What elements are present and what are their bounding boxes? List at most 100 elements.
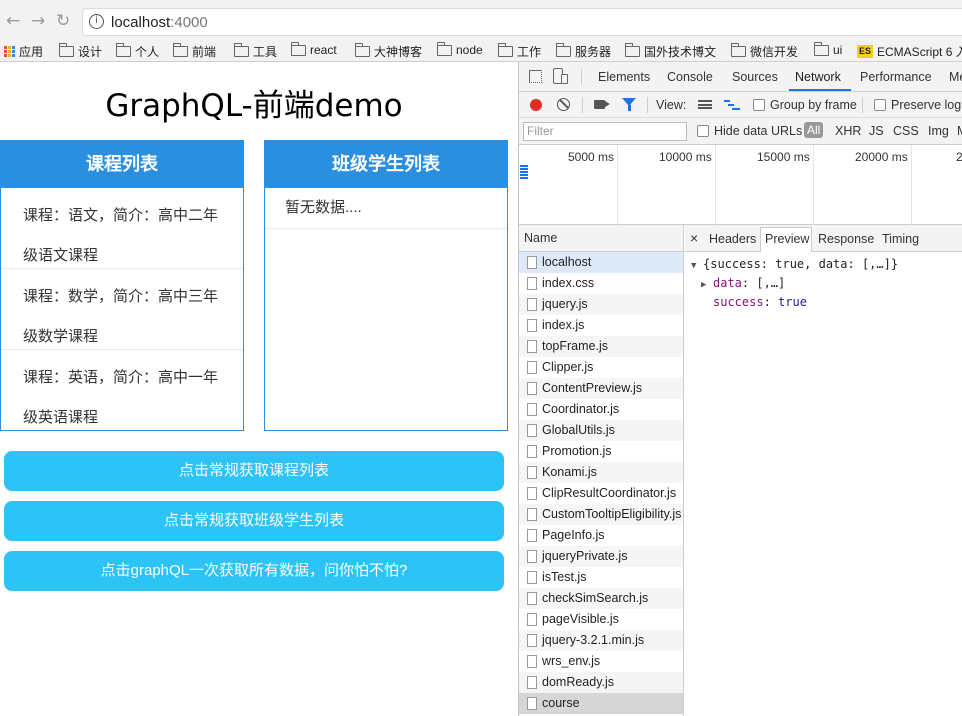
bookmark-apps[interactable]: 应用 xyxy=(4,43,43,60)
address-bar[interactable]: i localhost:4000 xyxy=(82,8,962,36)
bookmark-folder[interactable]: 工作 xyxy=(497,43,541,60)
request-row[interactable]: index.css xyxy=(519,273,683,294)
request-name: wrs_env.js xyxy=(542,654,601,668)
tab-timing[interactable]: Timing xyxy=(882,232,919,246)
filter-type-js[interactable]: JS xyxy=(869,124,884,138)
request-name: index.css xyxy=(542,276,595,290)
request-name: index.js xyxy=(542,318,585,332)
request-row[interactable]: Konami.js xyxy=(519,462,683,483)
page-viewport: GraphQL-前端demo 课程列表 课程：语文，简介：高中二年级语文课程 课… xyxy=(0,62,518,716)
request-row[interactable]: isTest.js xyxy=(519,567,683,588)
json-root-row[interactable]: ▼ {success: true, data: [,…]} xyxy=(691,256,962,275)
file-icon xyxy=(527,634,537,647)
folder-icon xyxy=(172,43,188,57)
file-icon xyxy=(527,403,537,416)
filter-type-css[interactable]: CSS xyxy=(893,124,919,138)
filter-input[interactable]: Filter xyxy=(523,122,687,141)
file-icon xyxy=(527,508,537,521)
toolbar-divider xyxy=(862,97,863,113)
folder-icon xyxy=(555,43,571,57)
json-key-success: success xyxy=(713,295,764,309)
clear-icon[interactable] xyxy=(557,98,570,111)
filter-type-more[interactable]: M xyxy=(957,124,962,138)
request-row[interactable]: index.js xyxy=(519,315,683,336)
bookmark-folder[interactable]: 设计 xyxy=(58,43,102,60)
bookmark-folder[interactable]: ui xyxy=(813,41,842,57)
timeline-gridline xyxy=(813,145,814,225)
request-row[interactable]: ContentPreview.js xyxy=(519,378,683,399)
fetch-graphql-button[interactable]: 点击graphQL一次获取所有数据，问你怕不怕? xyxy=(4,551,504,591)
request-row[interactable]: CustomTooltipEligibility.js xyxy=(519,504,683,525)
view-label: View: xyxy=(656,98,687,112)
file-icon xyxy=(527,340,537,353)
waterfall-icon[interactable] xyxy=(724,100,740,110)
bookmark-folder[interactable]: 个人 xyxy=(115,43,159,60)
tab-sources[interactable]: Sources xyxy=(732,70,778,84)
tab-preview[interactable]: Preview xyxy=(765,232,809,246)
request-row[interactable]: Promotion.js xyxy=(519,441,683,462)
request-row[interactable]: checkSimSearch.js xyxy=(519,588,683,609)
bookmark-folder[interactable]: react xyxy=(290,41,337,57)
request-row[interactable]: PageInfo.js xyxy=(519,525,683,546)
request-row[interactable]: Coordinator.js xyxy=(519,399,683,420)
capture-screenshots-icon[interactable] xyxy=(594,100,610,109)
forward-icon[interactable]: → xyxy=(31,11,45,31)
bookmark-folder[interactable]: node xyxy=(436,41,483,57)
toolbar-divider xyxy=(582,97,583,113)
filter-type-xhr[interactable]: XHR xyxy=(835,124,861,138)
bookmark-folder[interactable]: 工具 xyxy=(233,43,278,60)
tab-network[interactable]: Network xyxy=(795,70,841,84)
filter-type-all[interactable]: All xyxy=(804,122,824,138)
request-row[interactable]: course xyxy=(519,693,683,714)
inspect-element-icon[interactable] xyxy=(529,70,542,83)
reload-icon[interactable]: ↻ xyxy=(56,11,70,31)
bookmark-folder[interactable]: 大神博客 xyxy=(354,43,422,60)
bookmark-ecmascript[interactable]: ES ECMAScript 6 入 xyxy=(857,43,962,60)
tab-headers[interactable]: Headers xyxy=(709,232,756,246)
request-name: jqueryPrivate.js xyxy=(542,549,628,563)
tab-console[interactable]: Console xyxy=(667,70,713,84)
back-icon[interactable]: ← xyxy=(6,11,20,31)
file-icon xyxy=(527,655,537,668)
large-rows-icon[interactable] xyxy=(698,100,712,109)
preserve-log-checkbox[interactable] xyxy=(874,99,886,111)
tab-elements[interactable]: Elements xyxy=(598,70,650,84)
site-info-icon[interactable]: i xyxy=(89,14,104,29)
request-row[interactable]: wrs_env.js xyxy=(519,651,683,672)
folder-icon xyxy=(58,43,74,57)
request-row[interactable]: domReady.js xyxy=(519,672,683,693)
bookmark-folder[interactable]: 微信开发 xyxy=(730,43,798,60)
bookmark-folder[interactable]: 前端 xyxy=(172,43,216,60)
close-detail-icon[interactable]: × xyxy=(690,230,698,246)
bookmark-label: 工具 xyxy=(253,45,278,59)
request-row[interactable]: topFrame.js xyxy=(519,336,683,357)
request-row[interactable]: GlobalUtils.js xyxy=(519,420,683,441)
group-by-frame-checkbox[interactable] xyxy=(753,99,765,111)
record-icon[interactable] xyxy=(530,99,542,111)
tab-response[interactable]: Response xyxy=(818,232,874,246)
fetch-courses-button[interactable]: 点击常规获取课程列表 xyxy=(4,451,504,491)
request-row[interactable]: jqueryPrivate.js xyxy=(519,546,683,567)
request-row[interactable]: Clipper.js xyxy=(519,357,683,378)
request-name: CustomTooltipEligibility.js xyxy=(542,507,682,521)
filter-icon[interactable] xyxy=(622,98,636,111)
tab-more[interactable]: Me xyxy=(949,70,962,84)
request-row[interactable]: localhost xyxy=(519,252,683,273)
request-row[interactable]: jquery.js xyxy=(519,294,683,315)
timeline-gridline xyxy=(715,145,716,225)
course-panel: 课程列表 课程：语文，简介：高中二年级语文课程 课程：数学，简介：高中三年级数学… xyxy=(0,140,244,431)
request-row[interactable]: ClipResultCoordinator.js xyxy=(519,483,683,504)
tab-performance[interactable]: Performance xyxy=(860,70,932,84)
network-overview-timeline[interactable]: 5000 ms 10000 ms 15000 ms 20000 ms 2 xyxy=(519,145,962,225)
fetch-students-button[interactable]: 点击常规获取班级学生列表 xyxy=(4,501,504,541)
request-row[interactable]: jquery-3.2.1.min.js xyxy=(519,630,683,651)
name-column-header[interactable]: Name xyxy=(519,225,683,252)
filter-type-img[interactable]: Img xyxy=(928,124,949,138)
bookmark-folder[interactable]: 服务器 xyxy=(555,43,611,60)
course-item: 课程：语文，简介：高中二年级语文课程 xyxy=(1,188,243,269)
json-data-row[interactable]: ▶ data: [,…] xyxy=(691,275,962,294)
hide-data-urls-checkbox[interactable] xyxy=(697,125,709,137)
request-name: PageInfo.js xyxy=(542,528,605,542)
bookmark-folder[interactable]: 国外技术博文 xyxy=(624,43,716,60)
request-row[interactable]: pageVisible.js xyxy=(519,609,683,630)
